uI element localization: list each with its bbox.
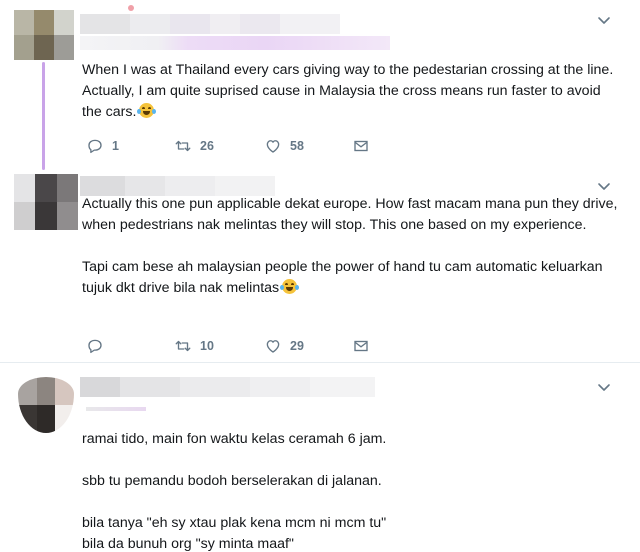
tweet-text-content: Actually this one pun applicable dekat e…	[82, 196, 618, 296]
like-button[interactable]: 58	[264, 137, 352, 155]
tears-of-joy-emoji	[137, 103, 157, 118]
heart-icon	[266, 340, 280, 353]
handle-redacted	[80, 36, 390, 50]
envelope-icon	[354, 140, 368, 152]
reply-count: 1	[112, 139, 119, 153]
envelope-icon	[354, 340, 368, 352]
thread-line	[42, 62, 45, 170]
retweet-count: 10	[200, 339, 214, 353]
tweet-2[interactable]: Actually this one pun applicable dekat e…	[0, 170, 640, 362]
retweet-icon	[175, 340, 191, 352]
notification-dot	[128, 5, 134, 11]
tweet-actions: 10 29	[86, 336, 370, 356]
reply-button[interactable]: 1	[86, 137, 174, 155]
avatar[interactable]	[14, 10, 74, 60]
tweet-text: Actually this one pun applicable dekat e…	[82, 194, 622, 299]
reply-icon	[88, 139, 102, 154]
avatar[interactable]	[14, 174, 78, 230]
like-count: 29	[290, 339, 304, 353]
author-name-redacted	[80, 14, 340, 34]
like-count: 58	[290, 139, 304, 153]
author-name-redacted	[80, 377, 375, 397]
tweet-actions: 1 26 58	[86, 136, 370, 156]
tweet-1[interactable]: When I was at Thailand every cars giving…	[0, 0, 640, 170]
tweet-3[interactable]: ramai tido, main fon waktu kelas ceramah…	[0, 363, 640, 552]
tweet-text: When I was at Thailand every cars giving…	[82, 60, 622, 123]
retweet-button[interactable]: 10	[174, 337, 264, 355]
chevron-down-icon[interactable]	[596, 12, 612, 28]
handle-redacted	[86, 407, 146, 411]
tears-of-joy-emoji	[280, 279, 300, 294]
author-name-redacted	[80, 176, 275, 196]
tweet-text-content: ramai tido, main fon waktu kelas ceramah…	[82, 431, 387, 552]
reply-button[interactable]	[86, 337, 174, 355]
direct-message-button[interactable]	[352, 137, 370, 155]
tweet-text-content: When I was at Thailand every cars giving…	[82, 62, 614, 120]
retweet-button[interactable]: 26	[174, 137, 264, 155]
retweet-count: 26	[200, 139, 214, 153]
heart-icon	[266, 140, 280, 153]
retweet-icon	[175, 140, 191, 152]
avatar[interactable]	[18, 377, 74, 433]
chevron-down-icon[interactable]	[596, 178, 612, 194]
tweet-text: ramai tido, main fon waktu kelas ceramah…	[82, 429, 622, 552]
like-button[interactable]: 29	[264, 337, 352, 355]
reply-icon	[88, 339, 102, 354]
chevron-down-icon[interactable]	[596, 379, 612, 395]
direct-message-button[interactable]	[352, 337, 370, 355]
